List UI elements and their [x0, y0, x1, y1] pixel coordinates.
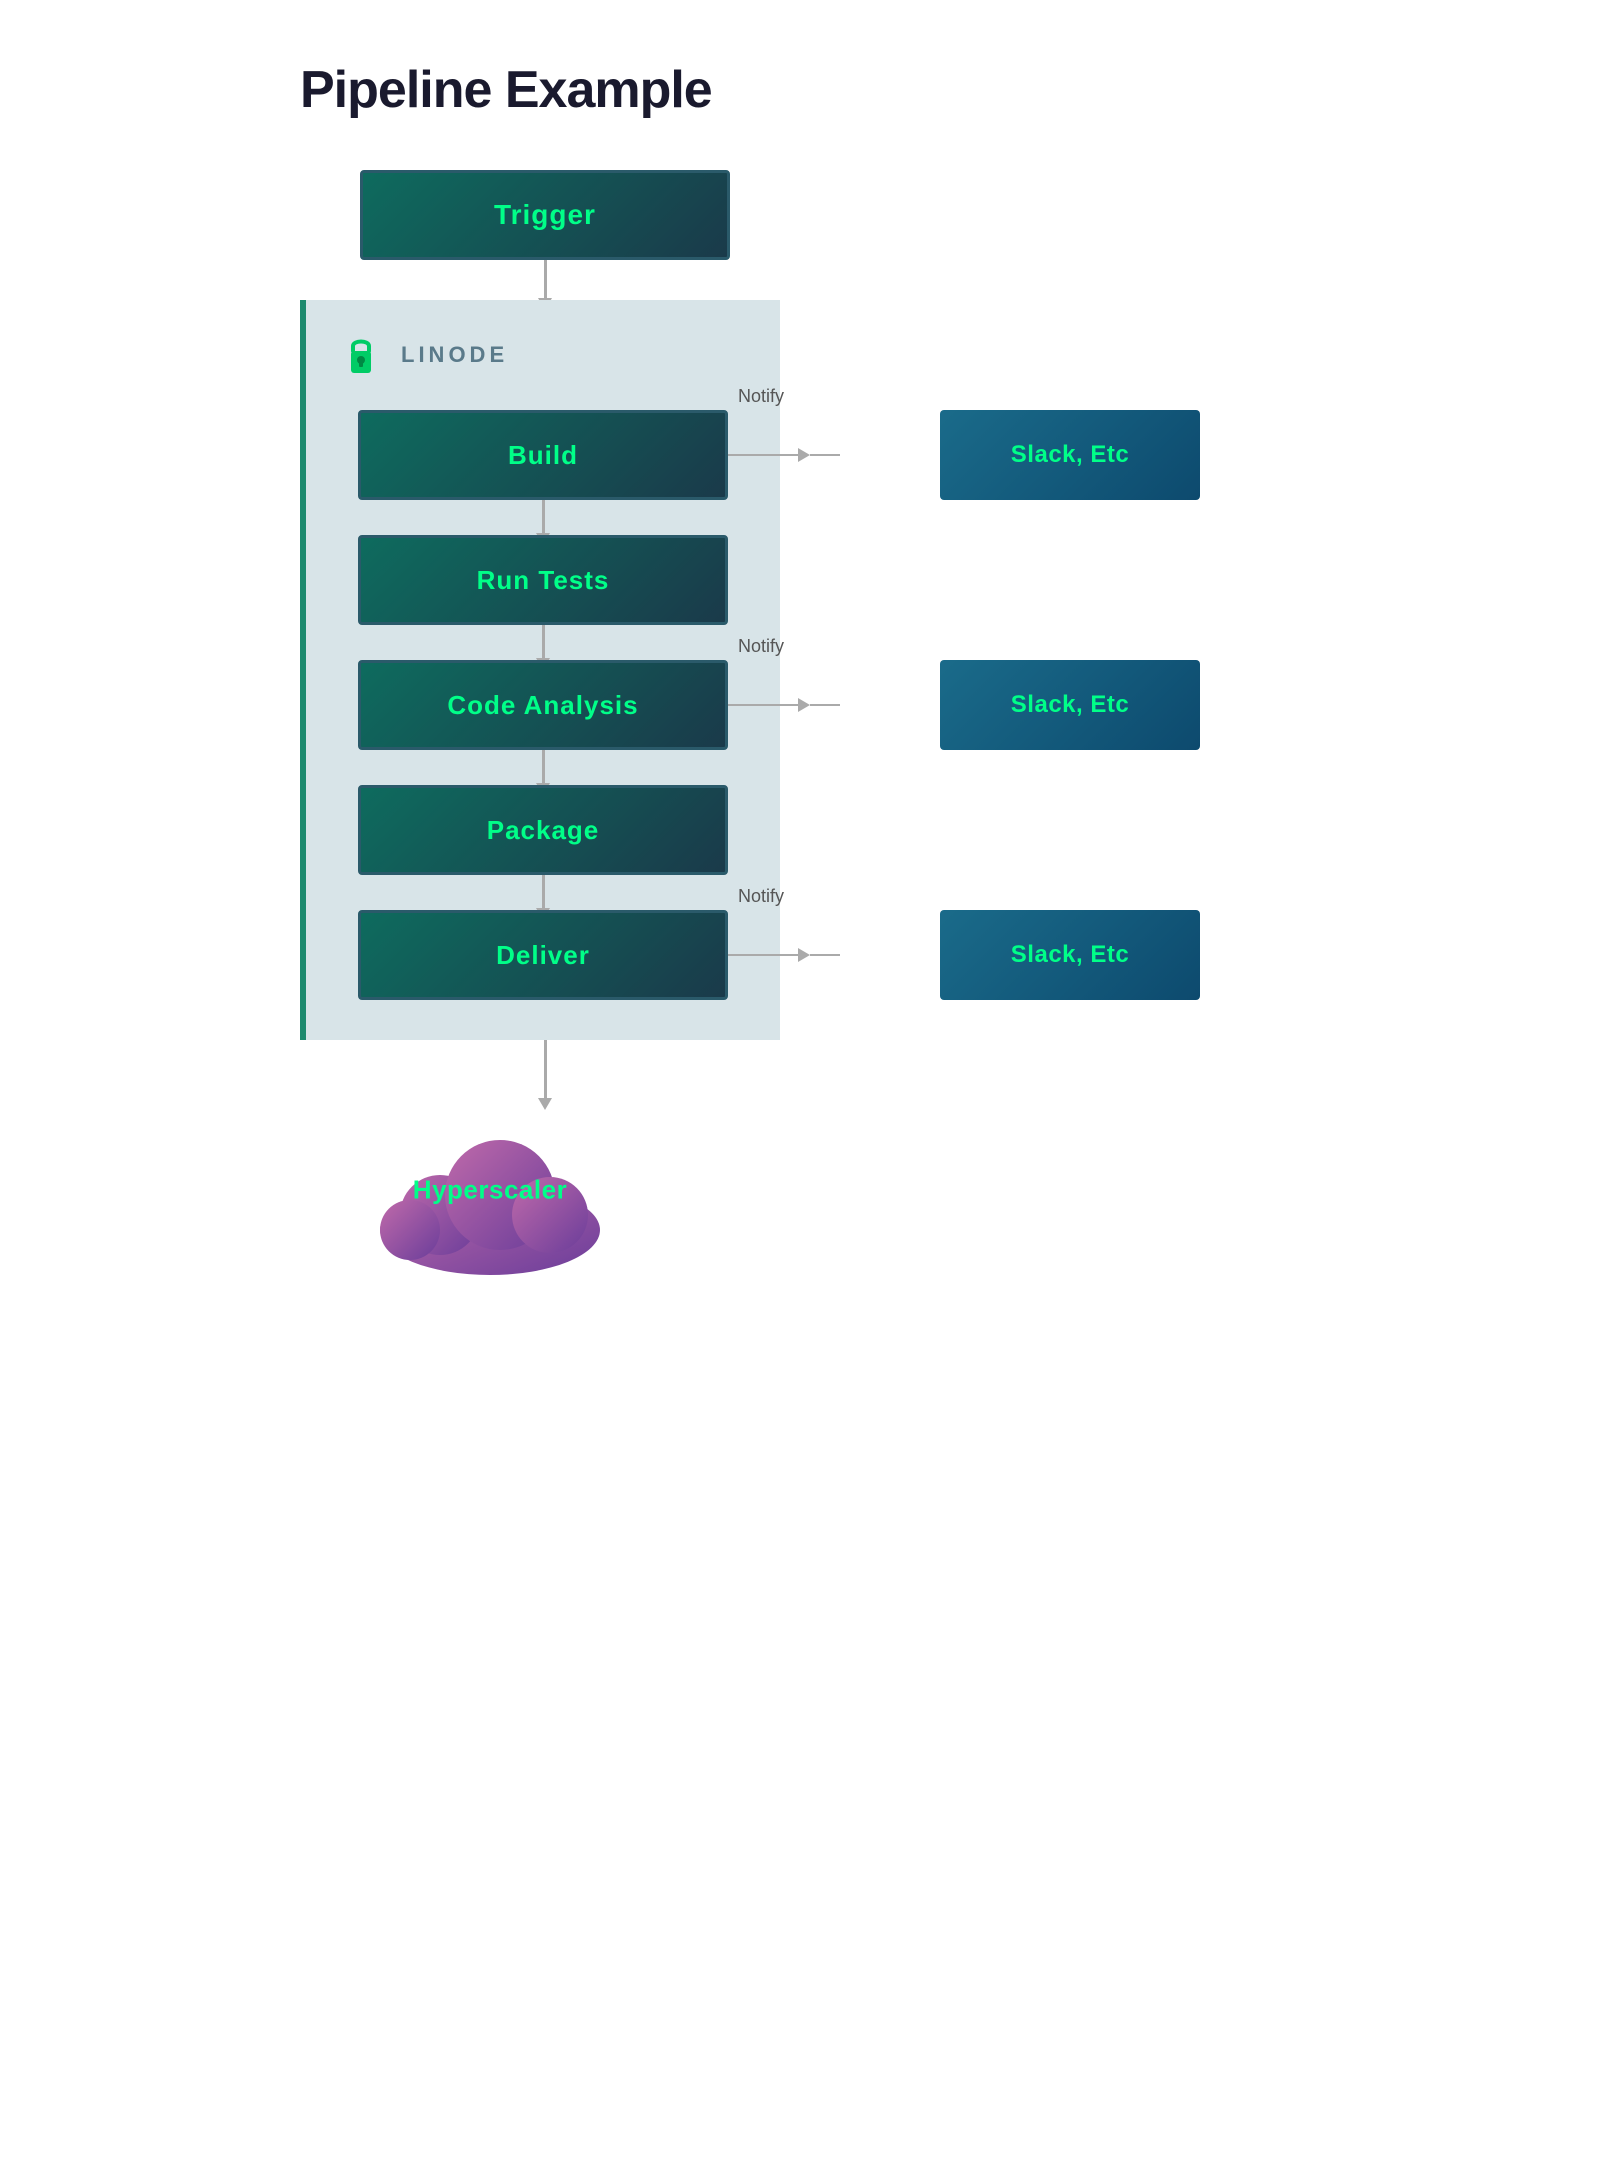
notify-text-deliver: Notify — [738, 886, 784, 907]
pipeline-steps: Build Notify Slack, Etc — [336, 410, 750, 1000]
page-container: Pipeline Example Trigger — [300, 60, 1300, 2117]
step-row-codeanalysis: Code Analysis Notify Slack, Etc — [358, 660, 728, 750]
diagram-wrapper: Trigger LINODE — [300, 170, 1300, 1280]
notify-arrow-deliver — [798, 948, 810, 962]
linode-header: LINODE — [336, 330, 750, 380]
trigger-block: Trigger — [360, 170, 730, 260]
connector-codeanalysis-package — [542, 750, 545, 785]
linode-container: LINODE Build Notify — [300, 300, 780, 1040]
cloud-shape: Hyperscaler — [350, 1100, 630, 1280]
connector-trigger-to-linode — [544, 260, 547, 300]
step-row-package: Package — [358, 785, 728, 875]
step-row-runtests: Run Tests — [358, 535, 728, 625]
lock-icon — [336, 330, 386, 380]
trigger-label: Trigger — [494, 199, 596, 231]
notify-arrow-build — [798, 448, 810, 462]
step-row-build: Build Notify Slack, Etc — [358, 410, 728, 500]
hyperscaler-label: Hyperscaler — [413, 1175, 567, 1206]
slack-label-codeanalysis: Slack, Etc — [1011, 691, 1129, 719]
notify-branch-deliver: Notify Slack, Etc — [728, 910, 1200, 1000]
connector-runtests-codeanalysis — [542, 625, 545, 660]
notify-line-codeanalysis — [728, 704, 798, 706]
slack-label-deliver: Slack, Etc — [1011, 941, 1129, 969]
notify-arrow-codeanalysis — [798, 698, 810, 712]
linode-label: LINODE — [401, 342, 508, 368]
page-title: Pipeline Example — [300, 60, 1300, 120]
step-row-deliver: Deliver Notify Slack, Etc — [358, 910, 728, 1000]
slack-block-deliver: Slack, Etc — [940, 910, 1200, 1000]
step-block-build: Build — [358, 410, 728, 500]
step-label-package: Package — [487, 815, 600, 846]
step-label-build: Build — [508, 440, 578, 471]
step-block-runtests: Run Tests — [358, 535, 728, 625]
step-block-deliver: Deliver — [358, 910, 728, 1000]
slack-block-build: Slack, Etc — [940, 410, 1200, 500]
step-label-runtests: Run Tests — [477, 565, 610, 596]
notify-text-codeanalysis: Notify — [738, 636, 784, 657]
notify-text-build: Notify — [738, 386, 784, 407]
connector-package-deliver — [542, 875, 545, 910]
notify-branch-codeanalysis: Notify Slack, Etc — [728, 660, 1200, 750]
step-block-codeanalysis: Code Analysis — [358, 660, 728, 750]
connector-build-runtests — [542, 500, 545, 535]
step-label-codeanalysis: Code Analysis — [447, 690, 638, 721]
slack-block-codeanalysis: Slack, Etc — [940, 660, 1200, 750]
step-block-package: Package — [358, 785, 728, 875]
notify-line-build — [728, 454, 798, 456]
cloud-container: Hyperscaler — [300, 1100, 630, 1280]
connector-linode-to-cloud — [544, 1040, 547, 1100]
step-label-deliver: Deliver — [496, 940, 590, 971]
notify-branch-build: Notify Slack, Etc — [728, 410, 1200, 500]
notify-line-deliver — [728, 954, 798, 956]
slack-label-build: Slack, Etc — [1011, 441, 1129, 469]
